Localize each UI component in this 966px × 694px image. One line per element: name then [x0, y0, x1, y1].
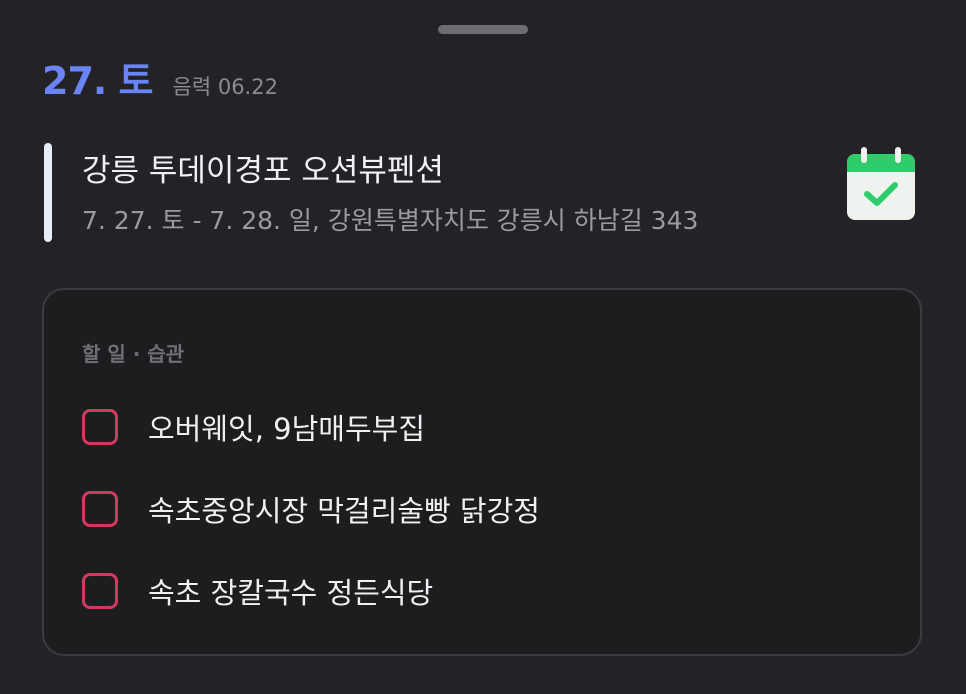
lunar-date: 음력 06.22	[172, 75, 278, 99]
task-checkbox[interactable]	[82, 573, 118, 609]
date-header: 27. 토 음력 06.22	[42, 50, 278, 103]
task-label: 속초 장칼국수 정든식당	[148, 576, 434, 610]
event-color-bar	[44, 143, 52, 242]
task-item[interactable]: 오버웨잇, 9남매두부집	[82, 405, 425, 449]
task-checkbox[interactable]	[82, 409, 118, 445]
date-title: 27. 토	[42, 59, 154, 103]
sheet-drag-handle[interactable]	[438, 25, 528, 34]
task-label: 오버웨잇, 9남매두부집	[148, 412, 426, 446]
task-label: 속초중앙시장 막걸리술빵 닭강정	[148, 494, 540, 528]
calendar-check-icon[interactable]	[846, 146, 916, 222]
bottom-sheet: 27. 토 음력 06.22 강릉 투데이경포 오션뷰펜션 7. 27. 토 -…	[0, 0, 966, 694]
event-title: 강릉 투데이경포 오션뷰펜션	[82, 153, 444, 189]
task-item[interactable]: 속초 장칼국수 정든식당	[82, 569, 433, 613]
event-detail: 7. 27. 토 - 7. 28. 일, 강원특별자치도 강릉시 하남길 343	[82, 206, 699, 235]
task-checkbox[interactable]	[82, 491, 118, 527]
task-section-label: 할 일 · 습관	[82, 342, 185, 366]
calendar-check-icon-graphic	[847, 147, 915, 220]
event-item[interactable]: 강릉 투데이경포 오션뷰펜션 7. 27. 토 - 7. 28. 일, 강원특별…	[44, 143, 924, 243]
task-item[interactable]: 속초중앙시장 막걸리술빵 닭강정	[82, 487, 540, 531]
task-card: 할 일 · 습관 오버웨잇, 9남매두부집 속초중앙시장 막걸리술빵 닭강정 속…	[42, 288, 922, 656]
